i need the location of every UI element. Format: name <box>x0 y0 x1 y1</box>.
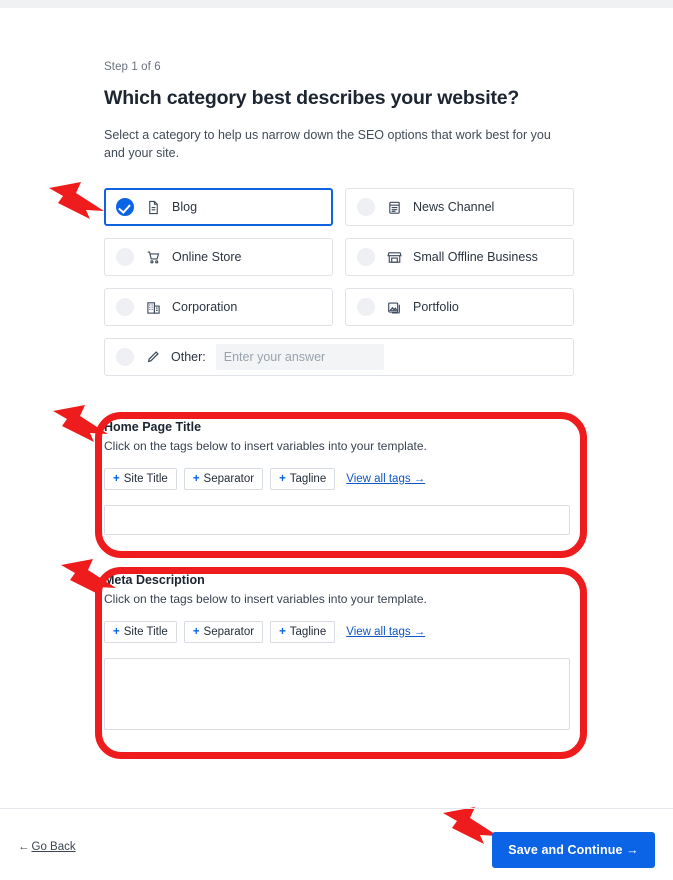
storefront-icon <box>385 248 403 266</box>
other-label: Other: <box>171 350 206 365</box>
category-grid: Blog News Channel Online Store Small Off… <box>104 188 574 377</box>
category-label: Portfolio <box>413 300 459 315</box>
page-subtitle: Select a category to help us narrow down… <box>104 128 551 161</box>
category-label: News Channel <box>413 200 495 215</box>
tag-button-tagline[interactable]: + Tagline <box>270 468 336 490</box>
footer-divider <box>0 808 673 809</box>
onboarding-page: Step 1 of 6 Which category best describe… <box>0 8 673 880</box>
tag-label: Separator <box>203 626 255 638</box>
page-title: Which category best describes your websi… <box>104 87 520 109</box>
radio-unchecked-icon[interactable] <box>116 348 134 367</box>
plus-icon: + <box>279 626 286 638</box>
step-indicator: Step 1 of 6 <box>104 61 161 73</box>
tag-label: Tagline <box>289 626 327 638</box>
category-option-portfolio[interactable]: Portfolio <box>345 288 574 327</box>
radio-unchecked-icon[interactable] <box>116 298 134 317</box>
tag-label: Tagline <box>289 473 327 485</box>
plus-icon: + <box>192 473 200 485</box>
tag-label: Site Title <box>123 473 168 485</box>
category-option-online-store[interactable]: Online Store <box>104 238 333 277</box>
view-all-tags-link[interactable]: View all tags → <box>346 626 425 638</box>
meta-description-input[interactable] <box>104 658 570 730</box>
plus-icon: + <box>279 473 286 485</box>
tag-button-tagline[interactable]: + Tagline <box>270 621 336 643</box>
go-back-label: Go Back <box>31 841 76 853</box>
radio-checked-icon[interactable] <box>116 198 134 217</box>
section-hint: Click on the tags below to insert variab… <box>104 592 427 606</box>
category-label: Online Store <box>172 250 242 265</box>
plus-icon: + <box>192 626 200 638</box>
home-page-title-section: Home Page Title Click on the tags below … <box>104 420 574 540</box>
images-icon <box>385 298 403 316</box>
plus-icon: + <box>113 626 120 638</box>
category-option-blog[interactable]: Blog <box>104 188 333 227</box>
category-option-news-channel[interactable]: News Channel <box>345 188 574 227</box>
category-option-small-offline-business[interactable]: Small Offline Business <box>345 238 574 277</box>
tag-button-separator[interactable]: + Separator <box>183 468 264 490</box>
shopping-cart-icon <box>144 248 162 266</box>
section-heading: Home Page Title <box>104 420 202 434</box>
section-heading: Meta Description <box>104 573 205 587</box>
meta-description-section: Meta Description Click on the tags below… <box>104 573 574 735</box>
pencil-icon <box>144 348 162 366</box>
category-option-corporation[interactable]: Corporation <box>104 288 333 327</box>
tag-button-site-title[interactable]: + Site Title <box>104 468 177 490</box>
tag-label: Site Title <box>123 626 168 638</box>
tag-label: Separator <box>203 473 255 485</box>
home-page-title-input[interactable] <box>104 505 570 535</box>
category-option-other[interactable]: Other: <box>104 338 574 377</box>
category-label: Blog <box>172 200 198 215</box>
category-label: Small Offline Business <box>413 250 538 265</box>
tag-button-row: + Site Title + Separator + Tagline View … <box>104 468 574 490</box>
radio-unchecked-icon[interactable] <box>357 198 375 217</box>
radio-unchecked-icon[interactable] <box>357 248 375 267</box>
arrow-to-blog-option <box>49 182 104 219</box>
save-and-continue-button[interactable]: Save and Continue → <box>492 832 655 868</box>
radio-unchecked-icon[interactable] <box>357 298 375 317</box>
category-label: Corporation <box>172 300 238 315</box>
other-answer-input[interactable] <box>215 344 384 371</box>
section-hint: Click on the tags below to insert variab… <box>104 439 427 453</box>
tag-button-row: + Site Title + Separator + Tagline View … <box>104 621 574 643</box>
top-viewport-strip <box>0 0 673 8</box>
building-icon <box>144 298 162 316</box>
radio-unchecked-icon[interactable] <box>116 248 134 267</box>
newspaper-icon <box>385 198 403 216</box>
plus-icon: + <box>113 473 120 485</box>
document-icon <box>144 198 162 216</box>
view-all-tags-link[interactable]: View all tags → <box>346 473 425 485</box>
left-arrow-icon: ← <box>18 841 30 853</box>
tag-button-separator[interactable]: + Separator <box>183 621 264 643</box>
go-back-link[interactable]: ← Go Back <box>18 841 76 853</box>
main-content: Step 1 of 6 Which category best describe… <box>104 61 574 377</box>
tag-button-site-title[interactable]: + Site Title <box>104 621 177 643</box>
